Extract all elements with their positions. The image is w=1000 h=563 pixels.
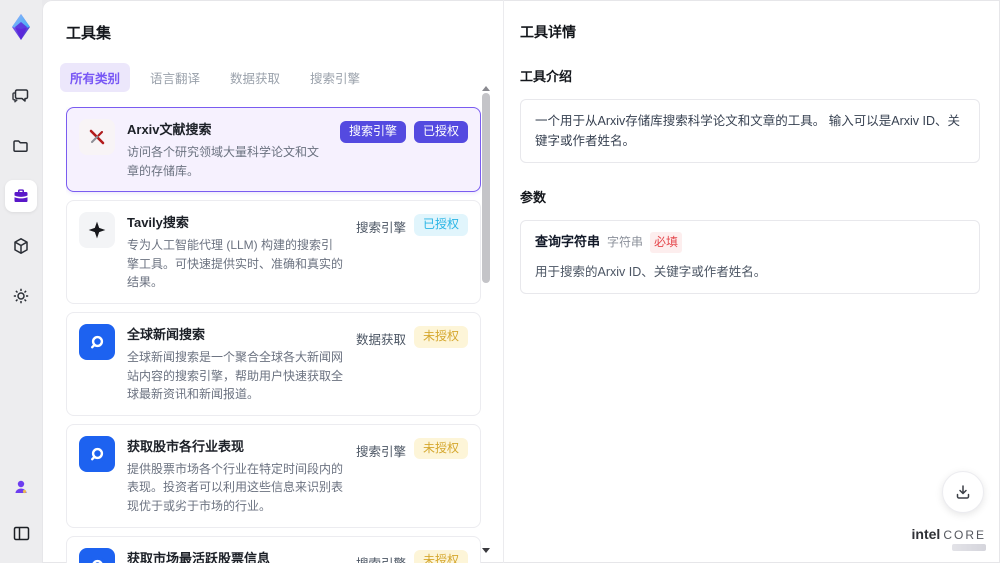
tool-card-4[interactable]: 获取市场最活跃股票信息 提供当天交易量最高的股票列表，投资者可以利用这些信息来识…: [66, 535, 481, 563]
app-logo-icon: [6, 12, 36, 42]
arxiv-logo-icon: [79, 119, 115, 155]
user-icon: [12, 478, 30, 496]
tool-auth-badge: 未授权: [413, 549, 468, 563]
page-title: 工具集: [66, 25, 112, 42]
tool-category-label: 搜索引擎: [355, 221, 406, 236]
sparkle-icon: [79, 212, 115, 249]
tool-name: 获取市场最活跃股票信息: [127, 550, 271, 563]
tab-category-3[interactable]: 搜索引擎: [300, 63, 370, 92]
tool-card-3[interactable]: 获取股市各行业表现 提供股票市场各个行业在特定时间段内的表现。投资者可以利用这些…: [66, 423, 481, 528]
param-type: 字符串: [607, 235, 644, 249]
tool-card-0[interactable]: Arxiv文献搜索 访问各个研究领域大量科学论文和文章的存储库。 搜索引擎 已授…: [66, 107, 481, 193]
folder-icon: [11, 136, 31, 156]
tool-card-list: Arxiv文献搜索 访问各个研究领域大量科学论文和文章的存储库。 搜索引擎 已授…: [66, 107, 481, 563]
tool-list-panel: 工具集 所有类别 语言翻译 数据获取 搜索引擎 Arxiv文献搜索 访问各个研究领域大…: [42, 0, 503, 563]
tool-description: 访问各个研究领域大量科学论文和文章的存储库。: [127, 145, 320, 178]
list-scrollbar[interactable]: [481, 86, 490, 553]
intro-card: 一个用于从Arxiv存储库搜索科学论文和文章的工具。 输入可以是Arxiv ID…: [520, 99, 980, 163]
tool-category-label: 数据获取: [355, 332, 406, 347]
blue-search-icon: [79, 323, 115, 360]
tool-name: Arxiv文献搜索: [127, 122, 212, 137]
main-content: 工具集 所有类别 语言翻译 数据获取 搜索引擎 Arxiv文献搜索 访问各个研究领域大…: [42, 0, 1000, 563]
blue-search-icon: [79, 435, 115, 472]
params-heading: 参数: [520, 190, 547, 205]
param-required-badge: 必填: [650, 232, 683, 254]
category-tabs: 所有类别 语言翻译 数据获取 搜索引擎: [60, 63, 503, 92]
panel-layout-icon: [12, 524, 31, 543]
sidebar-item-toolbox[interactable]: [5, 180, 37, 212]
sidebar-item-collapse[interactable]: [5, 517, 37, 549]
intro-heading: 工具介绍: [520, 69, 573, 84]
gear-icon: [11, 286, 31, 306]
detail-title: 工具详情: [520, 24, 576, 40]
param-card: 查询字符串 字符串 必填 用于搜索的Arxiv ID、关键字或作者姓名。: [520, 220, 980, 295]
sidebar-item-files[interactable]: [5, 130, 37, 162]
tool-category-label: 搜索引擎: [339, 121, 406, 143]
param-name: 查询字符串: [535, 234, 601, 250]
tool-description: 提供股票市场各个行业在特定时间段内的表现。投资者可以利用这些信息来识别表现优于或…: [127, 461, 344, 513]
intro-text: 一个用于从Arxiv存储库搜索科学论文和文章的工具。 输入可以是Arxiv ID…: [535, 114, 961, 148]
param-description: 用于搜索的Arxiv ID、关键字或作者姓名。: [535, 265, 767, 280]
tool-description: 全球新闻搜索是一个聚合全球各大新闻网站内容的搜索引擎，帮助用户快速获取全球最新资…: [127, 349, 344, 402]
tool-name: Tavily搜索: [127, 215, 189, 231]
intel-core-logo: intel CORE: [912, 527, 986, 551]
download-icon: [954, 483, 972, 501]
tool-card-2[interactable]: 全球新闻搜索 全球新闻搜索是一个聚合全球各大新闻网站内容的搜索引擎，帮助用户快速…: [66, 311, 481, 416]
sidebar-item-chat[interactable]: [5, 80, 37, 112]
tool-auth-badge: 未授权: [413, 325, 468, 348]
scrollbar-thumb[interactable]: [481, 93, 490, 283]
tool-auth-badge: 已授权: [413, 121, 468, 143]
tool-auth-badge: 未授权: [413, 437, 468, 460]
tab-category-2[interactable]: 数据获取: [220, 63, 290, 92]
package-icon: [11, 236, 31, 256]
tool-detail-panel: 工具详情 工具介绍 一个用于从Arxiv存储库搜索科学论文和文章的工具。 输入可…: [504, 0, 1000, 563]
tool-name: 全球新闻搜索: [127, 326, 206, 342]
tool-card-1[interactable]: Tavily搜索 专为人工智能代理 (LLM) 构建的搜索引擎工具。可快速提供实…: [66, 200, 481, 304]
tool-auth-badge: 已授权: [413, 214, 468, 236]
ultra-badge: [952, 544, 986, 551]
sidebar-item-account[interactable]: [5, 471, 37, 503]
intel-logo-text: intel: [911, 526, 941, 542]
tab-category-0[interactable]: 所有类别: [60, 63, 131, 92]
sidebar-item-packages[interactable]: [5, 230, 37, 262]
scroll-down-icon[interactable]: [481, 548, 490, 553]
chat-icon: [11, 86, 31, 106]
tool-name: 获取股市各行业表现: [127, 438, 245, 454]
tab-category-1[interactable]: 语言翻译: [140, 63, 210, 92]
core-logo-text: CORE: [943, 528, 986, 542]
tool-category-label: 搜索引擎: [355, 444, 406, 459]
tool-category-label: 搜索引擎: [356, 550, 406, 563]
scroll-up-icon[interactable]: [481, 86, 490, 91]
sidebar-item-settings[interactable]: [5, 280, 37, 312]
download-button[interactable]: [942, 471, 984, 513]
toolbox-icon: [11, 186, 31, 206]
sidebar: [0, 0, 42, 563]
blue-search-icon: [79, 547, 115, 563]
tool-description: 专为人工智能代理 (LLM) 构建的搜索引擎工具。可快速提供实时、准确和真实的结…: [127, 238, 344, 290]
